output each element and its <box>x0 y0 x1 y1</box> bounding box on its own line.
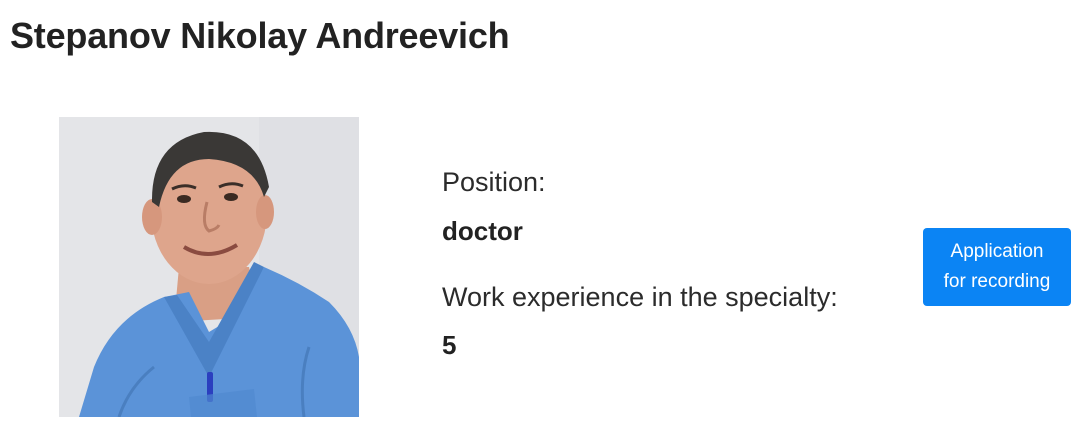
doctor-photo-image <box>59 117 359 417</box>
position-value: doctor <box>442 216 523 246</box>
application-for-recording-button[interactable]: Application for recording <box>923 228 1071 306</box>
apply-button-line2: for recording <box>943 271 1051 292</box>
experience-label: Work experience in the specialty: <box>442 282 838 312</box>
experience-value: 5 <box>442 330 457 360</box>
page-title: Stepanov Nikolay Andreevich <box>10 15 510 56</box>
position-label: Position: <box>442 167 546 197</box>
doctor-photo <box>59 117 359 417</box>
doctor-profile: Stepanov Nikolay Andreevich Position: do… <box>0 0 1092 429</box>
apply-button-line1: Application <box>950 241 1044 262</box>
